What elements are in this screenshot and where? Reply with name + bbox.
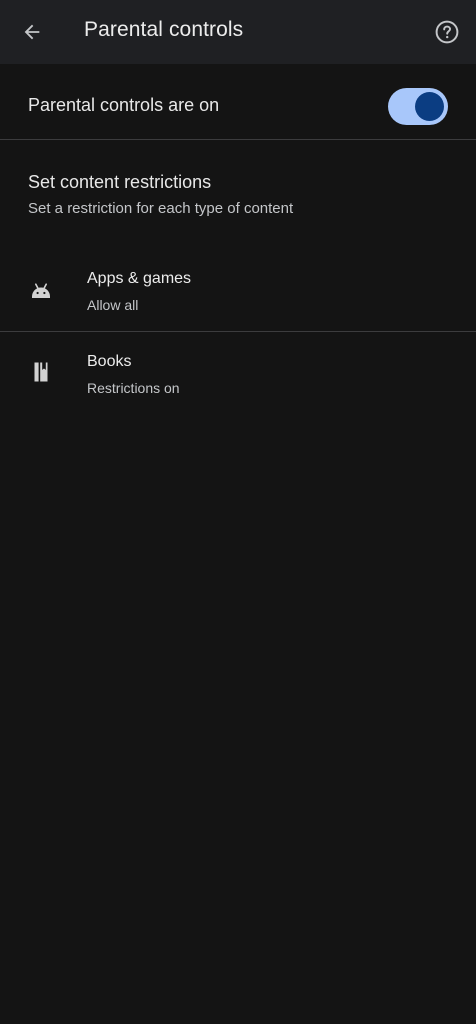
parental-controls-status-label: Parental controls are on: [28, 95, 220, 115]
back-button[interactable]: [10, 12, 54, 52]
toggle-knob: [415, 92, 444, 121]
help-circle-icon: [435, 20, 459, 44]
parental-controls-toggle[interactable]: [388, 88, 448, 125]
content-restrictions-description: Set a restriction for each type of conte…: [28, 200, 294, 217]
list-item-books[interactable]: Books Restrictions on: [0, 332, 476, 414]
help-button[interactable]: [426, 12, 468, 52]
list-item-subtitle: Allow all: [87, 297, 139, 313]
list-item-apps-games[interactable]: Apps & games Allow all: [0, 250, 476, 332]
list-item-title: Books: [87, 353, 132, 370]
app-bar: Parental controls: [0, 0, 476, 64]
list-item-title: Apps & games: [87, 270, 192, 287]
parental-controls-switch-row[interactable]: Parental controls are on: [0, 64, 476, 140]
arrow-back-icon: [24, 24, 40, 40]
book-icon: [28, 359, 54, 385]
list-item-subtitle: Restrictions on: [87, 380, 180, 396]
divider: [0, 139, 476, 140]
content-restrictions-heading: Set content restrictions: [28, 172, 212, 192]
page-title: Parental controls: [84, 18, 244, 41]
android-icon: [28, 278, 54, 304]
